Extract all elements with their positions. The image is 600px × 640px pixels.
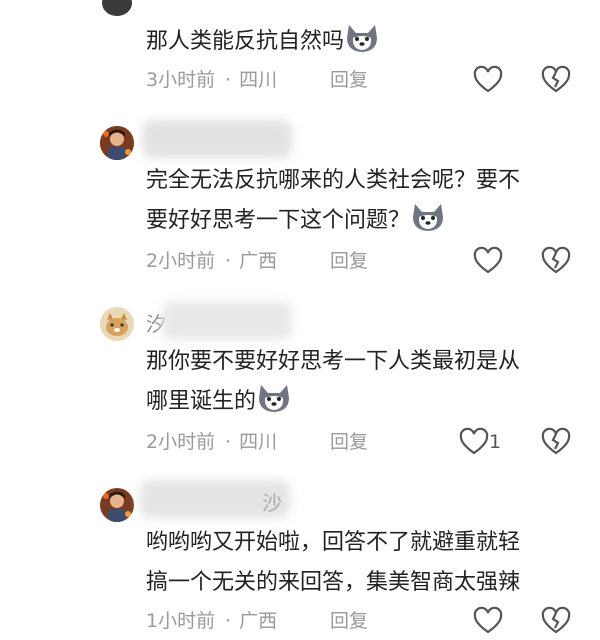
comment-text-line-1: 完全无法反抗哪来的人类社会呢？要不 <box>146 168 521 193</box>
comment-meta: 2小时前 · 广西 <box>146 250 278 272</box>
reply-button[interactable]: 回复 <box>330 65 368 95</box>
comment-text: 那人类能反抗自然吗 <box>146 22 380 62</box>
comment-time: 3小时前 <box>146 69 216 91</box>
like-count: 1 <box>489 431 502 453</box>
username-fragment[interactable]: 沙 <box>262 488 282 518</box>
comment-location: 广西 <box>239 250 278 272</box>
husky-emoji-icon <box>410 201 446 233</box>
comment-time: 2小时前 <box>146 431 216 453</box>
comment-text-line-1: 哟哟哟又开始啦，回答不了就避重就轻 <box>146 530 521 555</box>
comment-location: 四川 <box>239 431 278 453</box>
broken-heart-icon[interactable] <box>540 65 572 95</box>
comment-text-line-2: 要好好思考一下这个问题？ <box>146 201 446 241</box>
comment-meta: 2小时前 · 四川 <box>146 431 278 453</box>
like-heart-icon[interactable] <box>472 606 504 636</box>
avatar-cut-top[interactable] <box>102 0 132 16</box>
comment-location: 广西 <box>239 610 278 632</box>
comment-time: 2小时前 <box>146 250 216 272</box>
avatar[interactable] <box>100 126 134 160</box>
husky-emoji-icon <box>256 382 292 414</box>
reply-button[interactable]: 回复 <box>330 606 368 636</box>
blurred-username <box>162 302 292 340</box>
like-heart-icon[interactable] <box>458 427 490 457</box>
avatar[interactable] <box>100 307 134 341</box>
like-heart-icon[interactable] <box>472 246 504 276</box>
comment-text-line-1: 那你要不要好好思考一下人类最初是从 <box>146 349 521 374</box>
broken-heart-icon[interactable] <box>540 606 572 636</box>
broken-heart-icon[interactable] <box>540 427 572 457</box>
broken-heart-icon[interactable] <box>540 246 572 276</box>
reply-button[interactable]: 回复 <box>330 246 368 276</box>
avatar[interactable] <box>100 488 134 522</box>
comment-text-line-2: 搞一个无关的来回答，集美智商太强辣 <box>146 570 521 595</box>
husky-emoji-icon <box>344 22 380 54</box>
blurred-username <box>142 120 292 158</box>
reply-button[interactable]: 回复 <box>330 427 368 457</box>
comment-meta: 3小时前 · 四川 <box>146 69 278 91</box>
comment-time: 1小时前 <box>146 610 216 632</box>
comment-meta: 1小时前 · 广西 <box>146 610 278 632</box>
comment-text-line-2: 哪里诞生的 <box>146 382 292 422</box>
like-heart-icon[interactable] <box>472 65 504 95</box>
comment-location: 四川 <box>239 69 278 91</box>
